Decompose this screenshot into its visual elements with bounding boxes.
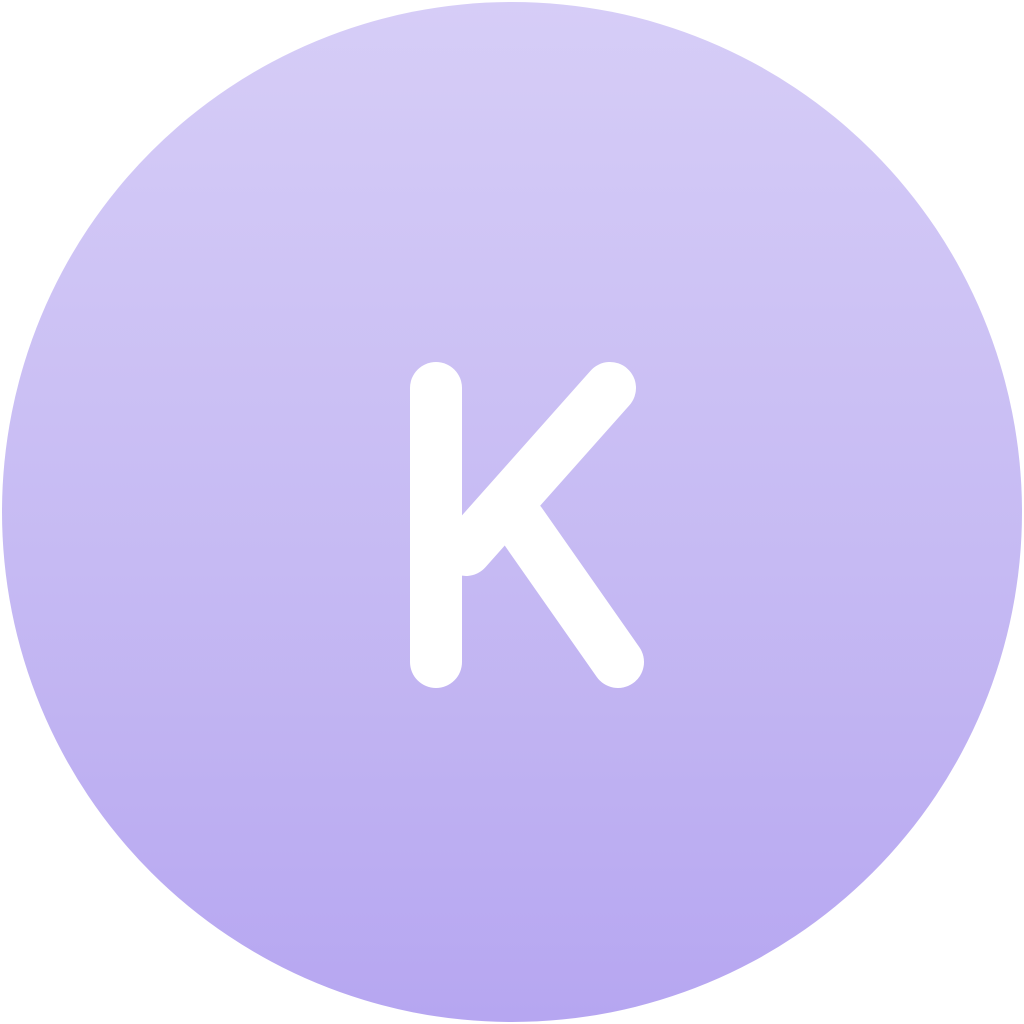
k-lower-leg (494, 496, 644, 688)
avatar-initial-k (410, 362, 644, 688)
avatar[interactable]: K (2, 2, 1022, 1022)
